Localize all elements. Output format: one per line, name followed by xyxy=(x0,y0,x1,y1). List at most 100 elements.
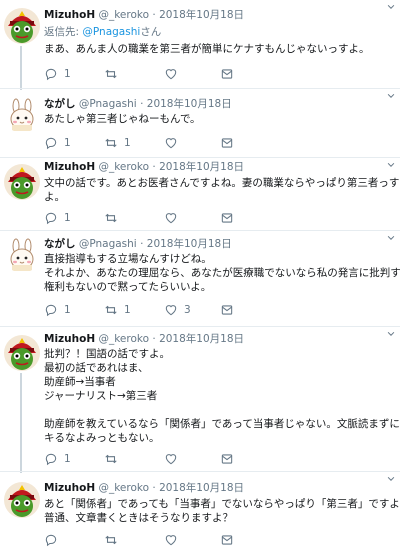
display-name[interactable]: ながし xyxy=(44,238,76,250)
like-icon xyxy=(164,452,178,466)
tweet-header: MizuhoH @_keroko · 2018年10月18日 xyxy=(44,481,244,495)
like-button[interactable] xyxy=(164,532,178,548)
handle[interactable]: @_keroko xyxy=(98,9,149,21)
tweet[interactable]: MizuhoH @_keroko · 2018年10月18日 批判？！国語の話で… xyxy=(0,327,400,473)
like-button[interactable] xyxy=(164,451,184,467)
reply-button[interactable]: 1 xyxy=(44,66,71,82)
retweet-button[interactable]: 1 xyxy=(104,302,131,318)
display-name[interactable]: MizuhoH xyxy=(44,161,95,173)
tweet[interactable]: ながし @Pnagashi · 2018年10月18日 直接指導もする立場なんす… xyxy=(0,231,400,326)
frog-character-avatar-icon xyxy=(4,335,40,371)
retweet-icon xyxy=(104,452,118,466)
separator: · xyxy=(152,333,156,345)
avatar[interactable] xyxy=(4,335,40,371)
retweet-button[interactable] xyxy=(104,66,124,82)
handle[interactable]: @_keroko xyxy=(98,161,149,173)
timestamp[interactable]: 2018年10月18日 xyxy=(147,238,232,250)
frog-character-avatar-icon xyxy=(4,482,40,518)
reply-to-prefix: 返信先: xyxy=(44,26,83,38)
chevron-down-icon[interactable] xyxy=(386,233,396,243)
timestamp[interactable]: 2018年10月18日 xyxy=(147,98,232,110)
like-button[interactable]: 3 xyxy=(164,302,191,318)
reply-button[interactable]: 1 xyxy=(44,135,71,151)
avatar[interactable] xyxy=(4,8,40,44)
handle[interactable]: @_keroko xyxy=(98,482,149,494)
frog-character-avatar-icon xyxy=(4,8,40,44)
tweet[interactable]: MizuhoH @_keroko · 2018年10月18日 あと「関係者」であ… xyxy=(0,472,400,553)
avatar[interactable] xyxy=(4,97,40,133)
retweet-button[interactable] xyxy=(104,210,124,226)
reply-button[interactable]: 1 xyxy=(44,302,71,318)
reply-button[interactable] xyxy=(44,532,58,548)
tweet-text: 文中の話です。あとお医者さんですよね。妻の職業ならやっぱり第三者っす よ。 xyxy=(44,176,399,204)
separator: · xyxy=(152,482,156,494)
tweet[interactable]: MizuhoH @_keroko · 2018年10月18日 文中の話です。あと… xyxy=(0,158,400,230)
chevron-down-icon[interactable] xyxy=(386,329,396,339)
like-icon xyxy=(164,211,178,225)
tweet-text-line: キるなよみっともない。 xyxy=(44,432,160,444)
avatar[interactable] xyxy=(4,482,40,518)
tweet-text-line: よ。 xyxy=(44,191,65,203)
reply-icon xyxy=(44,67,58,81)
tweet-text-line: 助産師を教えているなら「関係者」であって当事者じゃない。文脈読まずにイ xyxy=(44,418,400,430)
handle[interactable]: @Pnagashi xyxy=(79,238,137,250)
chevron-down-icon[interactable] xyxy=(386,91,396,101)
chevron-down-icon[interactable] xyxy=(386,160,396,170)
chevron-down-icon[interactable] xyxy=(386,2,396,12)
retweet-button[interactable] xyxy=(104,451,124,467)
timestamp[interactable]: 2018年10月18日 xyxy=(159,333,244,345)
rabbit-character-avatar-icon xyxy=(4,97,40,133)
tweet-text: 直接指導もする立場なんすけどね。 それよか、あなたの理屈なら、あなたが医療職でな… xyxy=(44,252,400,294)
separator: · xyxy=(140,238,144,250)
direct-message-button[interactable] xyxy=(220,135,234,151)
tweet-header: ながし @Pnagashi · 2018年10月18日 xyxy=(44,97,232,111)
avatar[interactable] xyxy=(4,237,40,273)
separator: · xyxy=(140,98,144,110)
reply-mention-link[interactable]: @Pnagashi xyxy=(82,26,140,38)
separator: · xyxy=(152,161,156,173)
direct-message-icon xyxy=(220,211,234,225)
timestamp[interactable]: 2018年10月18日 xyxy=(159,161,244,173)
tweet-text-line: あと「関係者」であっても「当事者」でないならやっぱり「第三者」ですよ。 xyxy=(44,498,400,510)
reply-count: 1 xyxy=(64,137,71,149)
reply-count: 1 xyxy=(64,304,71,316)
like-button[interactable] xyxy=(164,135,184,151)
direct-message-button[interactable] xyxy=(220,66,234,82)
direct-message-button[interactable] xyxy=(220,302,234,318)
thread-line xyxy=(20,46,22,90)
timestamp[interactable]: 2018年10月18日 xyxy=(159,482,244,494)
handle[interactable]: @Pnagashi xyxy=(79,98,137,110)
tweet-text: 批判？！国語の話ですよ。 最初の話であれはま、 助産師→当事者 ジャーナリスト→… xyxy=(44,347,400,445)
direct-message-button[interactable] xyxy=(220,532,234,548)
like-count: 3 xyxy=(184,304,191,316)
direct-message-icon xyxy=(220,67,234,81)
tweet-text-line: 最初の話であれはま、 xyxy=(44,362,149,374)
chevron-down-icon[interactable] xyxy=(386,474,396,484)
reply-icon xyxy=(44,136,58,150)
tweet-text-line: それよか、あなたの理屈なら、あなたが医療職でないなら私の発言に批判する xyxy=(44,267,400,279)
display-name[interactable]: ながし xyxy=(44,98,76,110)
display-name[interactable]: MizuhoH xyxy=(44,9,95,21)
separator: · xyxy=(152,9,156,21)
thread-line xyxy=(20,373,22,473)
tweet[interactable]: MizuhoH @_keroko · 2018年10月18日 返信先: @Pna… xyxy=(0,0,400,90)
like-button[interactable] xyxy=(164,210,184,226)
retweet-button[interactable] xyxy=(104,532,118,548)
like-button[interactable] xyxy=(164,66,184,82)
tweet[interactable]: ながし @Pnagashi · 2018年10月18日 あたしゃ第三者じゃねーも… xyxy=(0,89,400,157)
direct-message-button[interactable] xyxy=(220,210,234,226)
reply-button[interactable]: 1 xyxy=(44,451,71,467)
reply-icon xyxy=(44,211,58,225)
retweet-button[interactable]: 1 xyxy=(104,135,131,151)
timestamp[interactable]: 2018年10月18日 xyxy=(159,9,244,21)
tweet-text-line xyxy=(44,403,396,417)
display-name[interactable]: MizuhoH xyxy=(44,333,95,345)
reply-button[interactable]: 1 xyxy=(44,210,71,226)
reply-count: 1 xyxy=(64,453,71,465)
display-name[interactable]: MizuhoH xyxy=(44,482,95,494)
direct-message-icon xyxy=(220,136,234,150)
handle[interactable]: @_keroko xyxy=(98,333,149,345)
avatar[interactable] xyxy=(4,164,40,200)
like-icon xyxy=(164,303,178,317)
direct-message-button[interactable] xyxy=(220,451,234,467)
